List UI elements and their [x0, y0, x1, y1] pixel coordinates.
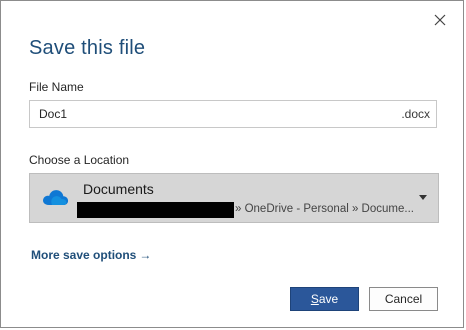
close-icon: [434, 14, 446, 26]
save-button[interactable]: Save: [290, 287, 359, 311]
more-save-options-label: More save options: [31, 248, 137, 262]
location-label: Choose a Location: [29, 153, 130, 167]
dialog-title: Save this file: [29, 37, 146, 59]
more-save-options-link[interactable]: More save options →: [31, 248, 151, 262]
cancel-button[interactable]: Cancel: [369, 287, 438, 311]
file-name-label: File Name: [29, 80, 84, 94]
chevron-down-icon: [419, 195, 427, 200]
location-name: Documents: [83, 181, 154, 197]
location-path: » OneDrive - Personal » Docume...: [235, 203, 414, 215]
arrow-right-icon: →: [139, 248, 152, 262]
save-button-accesskey: S: [310, 292, 319, 306]
location-dropdown[interactable]: Documents » OneDrive - Personal » Docume…: [29, 173, 439, 223]
redacted-block: [77, 202, 234, 218]
save-dialog: Save this file File Name .docx Choose a …: [0, 0, 464, 328]
file-extension: .docx: [401, 107, 430, 121]
onedrive-cloud-icon: [40, 186, 70, 213]
file-name-input[interactable]: [30, 101, 389, 127]
save-button-label: ave: [318, 292, 339, 306]
close-button[interactable]: [429, 9, 451, 31]
file-name-field[interactable]: .docx: [29, 100, 437, 128]
